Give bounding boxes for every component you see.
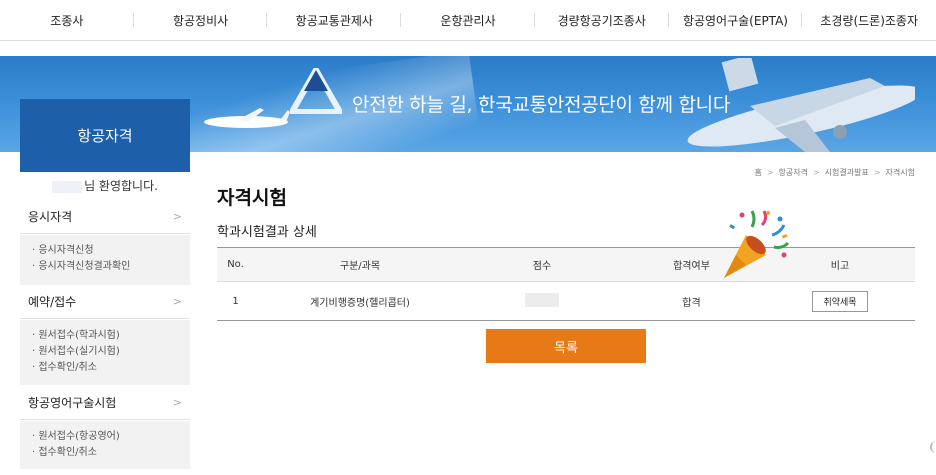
sidebar-category-label: 응시자격 bbox=[28, 210, 73, 224]
page-title: 자격시험 bbox=[217, 187, 287, 209]
small-airplane-icon bbox=[204, 108, 290, 128]
sidebar-item-eligibility-result[interactable]: · 응시자격신청결과확인 bbox=[32, 259, 190, 275]
breadcrumb-current: 자격시험 bbox=[885, 168, 915, 177]
section-title: 학과시험결과 상세 bbox=[217, 225, 317, 240]
sidebar-submenu-english-test: · 원서접수(항공영어) · 접수확인/취소 bbox=[20, 421, 190, 469]
sidebar-category-label: 예약/접수 bbox=[28, 295, 77, 309]
chevron-right-icon: > bbox=[172, 210, 182, 223]
col-no: No. bbox=[217, 247, 254, 282]
chevron-right-icon: > bbox=[172, 396, 182, 409]
sidebar-title: 항공자격 bbox=[20, 99, 190, 172]
sidebar-item-apply-written[interactable]: · 원서접수(학과시험) bbox=[32, 328, 190, 344]
user-name-redacted bbox=[52, 180, 83, 193]
breadcrumb-aviation[interactable]: 항공자격 bbox=[779, 167, 808, 178]
sidebar-submenu-reservation: · 원서접수(학과시험) · 원서접수(실기시험) · 접수확인/취소 bbox=[20, 320, 190, 385]
welcome-text: 님 환영합니다. bbox=[84, 179, 158, 193]
cell-pass: 합격 bbox=[618, 281, 765, 321]
sidebar-category-label: 항공영어구술시험 bbox=[28, 396, 117, 410]
weak-areas-button[interactable]: 취약세목 bbox=[812, 290, 868, 312]
breadcrumb-results[interactable]: 시험결과발표 bbox=[825, 167, 869, 178]
cell-subject: 계기비행증명(헬리콥터) bbox=[254, 281, 466, 321]
table-row: 1 계기비행증명(헬리콥터) 합격 취약세목 bbox=[217, 281, 915, 321]
sidebar-item-english-confirm-cancel[interactable]: · 접수확인/취소 bbox=[32, 445, 190, 461]
breadcrumb-home[interactable]: 홈 bbox=[754, 167, 761, 178]
nav-pilot[interactable]: 조종사 bbox=[0, 0, 134, 40]
col-score: 점수 bbox=[466, 247, 618, 282]
result-table: No. 구분/과목 점수 합격여부 비고 1 계기비행증명(헬리콥터) 합격 취… bbox=[217, 247, 915, 321]
nav-flight-dispatcher[interactable]: 운항관리사 bbox=[401, 0, 535, 40]
sidebar-category-eligibility[interactable]: 응시자격 > bbox=[20, 200, 190, 234]
nav-drone-pilot[interactable]: 초경량(드론)조종자 bbox=[802, 0, 936, 40]
welcome-message: 님 환영합니다. bbox=[20, 177, 190, 194]
breadcrumb-separator-icon: > bbox=[766, 168, 774, 177]
nav-air-traffic-controller[interactable]: 항공교통관제사 bbox=[267, 0, 401, 40]
score-redacted bbox=[525, 292, 559, 307]
sidebar-submenu-eligibility: · 응시자격신청 · 응시자격신청결과확인 bbox=[20, 235, 190, 285]
sidebar-item-eligibility-apply[interactable]: · 응시자격신청 bbox=[32, 243, 190, 259]
nav-light-aircraft-pilot[interactable]: 경량항공기조종사 bbox=[535, 0, 669, 40]
sidebar-item-apply-practical[interactable]: · 원서접수(실기시험) bbox=[32, 344, 190, 360]
cell-no: 1 bbox=[217, 281, 254, 321]
airplane-icon bbox=[687, 58, 915, 152]
breadcrumb-separator-icon: > bbox=[812, 168, 820, 177]
nav-epta[interactable]: 항공영어구술(EPTA) bbox=[669, 0, 803, 40]
kotsa-logo-icon bbox=[290, 68, 342, 114]
breadcrumb: 홈 > 항공자격 > 시험결과발표 > 자격시험 bbox=[754, 167, 915, 178]
nav-aircraft-mechanic[interactable]: 항공정비사 bbox=[134, 0, 268, 40]
top-nav: 조종사 항공정비사 항공교통관제사 운항관리사 경량항공기조종사 항공영어구술(… bbox=[0, 0, 936, 41]
breadcrumb-separator-icon: > bbox=[873, 168, 881, 177]
chevron-right-icon: > bbox=[172, 295, 182, 308]
cell-score bbox=[466, 281, 618, 321]
party-popper-icon bbox=[724, 210, 790, 278]
sidebar-category-english-test[interactable]: 항공영어구술시험 > bbox=[20, 386, 190, 420]
list-button[interactable]: 목록 bbox=[486, 329, 646, 363]
col-subject: 구분/과목 bbox=[254, 247, 466, 282]
sidebar-item-apply-english[interactable]: · 원서접수(항공영어) bbox=[32, 429, 190, 445]
scroll-edge-indicator bbox=[930, 441, 936, 453]
cell-note: 취약세목 bbox=[765, 281, 915, 321]
table-header-row: No. 구분/과목 점수 합격여부 비고 bbox=[217, 247, 915, 282]
sidebar-item-confirm-cancel[interactable]: · 접수확인/취소 bbox=[32, 360, 190, 376]
sidebar-category-reservation[interactable]: 예약/접수 > bbox=[20, 285, 190, 319]
